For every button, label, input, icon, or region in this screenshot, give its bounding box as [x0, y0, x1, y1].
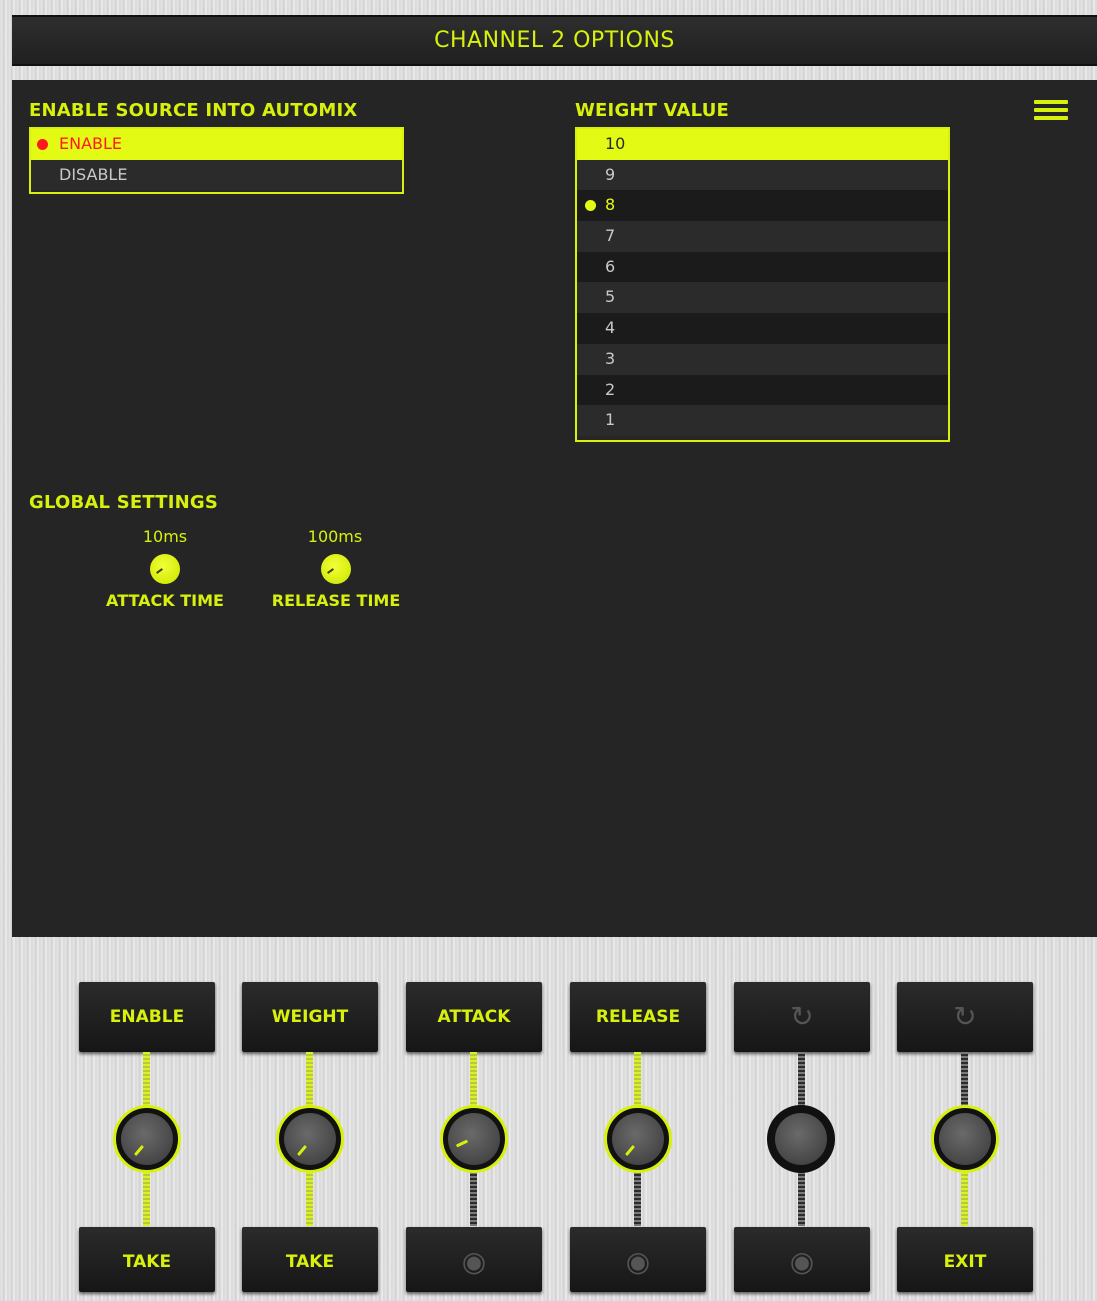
column-5-bottom-button[interactable]: ◉: [734, 1227, 870, 1292]
weight-option[interactable]: 3: [577, 343, 948, 375]
release-bottom-button[interactable]: ◉: [570, 1227, 706, 1292]
release-encoder-knob[interactable]: [604, 1105, 672, 1173]
release-time-label: RELEASE TIME: [271, 591, 401, 610]
exit-encoder-knob[interactable]: [931, 1105, 999, 1173]
led-strip: [961, 1052, 968, 1108]
led-strip: [470, 1052, 477, 1108]
automix-option-disable[interactable]: DISABLE: [31, 159, 402, 191]
automix-option-label: ENABLE: [59, 134, 123, 153]
weight-list: 10 9 8 7 6 5 4 3 2 1: [575, 127, 950, 442]
attack-encoder-knob[interactable]: [440, 1105, 508, 1173]
led-strip: [306, 1172, 313, 1226]
led-strip: [306, 1052, 313, 1108]
exit-button[interactable]: EXIT: [897, 1227, 1033, 1292]
led-strip: [634, 1172, 641, 1226]
weight-option[interactable]: 7: [577, 221, 948, 252]
enable-encoder-knob[interactable]: [113, 1105, 181, 1173]
hamburger-menu-icon[interactable]: [1034, 100, 1068, 122]
take-button[interactable]: TAKE: [242, 1227, 378, 1292]
weight-option[interactable]: 10: [577, 129, 948, 160]
attack-time-value: 10ms: [142, 527, 188, 546]
weight-encoder-knob[interactable]: [276, 1105, 344, 1173]
weight-option[interactable]: 2: [577, 374, 948, 406]
release-button[interactable]: RELEASE: [570, 982, 706, 1052]
current-value-dot-icon: [585, 200, 596, 212]
enable-button[interactable]: ENABLE: [79, 982, 215, 1052]
led-strip: [634, 1052, 641, 1108]
weight-option[interactable]: 6: [577, 251, 948, 283]
take-button[interactable]: TAKE: [79, 1227, 215, 1292]
led-strip: [143, 1052, 150, 1108]
weight-option[interactable]: 4: [577, 313, 948, 344]
automix-option-enable[interactable]: ENABLE: [31, 129, 402, 160]
refresh-icon: ↻: [790, 1000, 814, 1033]
column-6-top-button[interactable]: ↻: [897, 982, 1033, 1052]
weight-option[interactable]: 8: [577, 190, 948, 222]
weight-button[interactable]: WEIGHT: [242, 982, 378, 1052]
weight-option[interactable]: 5: [577, 282, 948, 314]
target-icon: ◉: [625, 1245, 651, 1278]
led-strip: [798, 1172, 805, 1226]
automix-heading: ENABLE SOURCE INTO AUTOMIX: [29, 100, 358, 121]
attack-bottom-button[interactable]: ◉: [406, 1227, 542, 1292]
led-strip: [143, 1172, 150, 1226]
target-icon: ◉: [789, 1245, 815, 1278]
column-5-encoder-knob[interactable]: [767, 1105, 835, 1173]
weight-heading: WEIGHT VALUE: [575, 100, 730, 121]
release-time-value: 100ms: [307, 527, 363, 546]
attack-button[interactable]: ATTACK: [406, 982, 542, 1052]
release-time-knob[interactable]: [321, 554, 351, 584]
automix-list: ENABLE DISABLE: [29, 127, 404, 194]
led-strip: [798, 1052, 805, 1108]
weight-option[interactable]: 1: [577, 405, 948, 436]
attack-time-label: ATTACK TIME: [106, 591, 224, 610]
window-title: CHANNEL 2 OPTIONS: [12, 15, 1097, 66]
refresh-icon: ↻: [953, 1000, 977, 1033]
target-icon: ◉: [461, 1245, 487, 1278]
automix-option-label: DISABLE: [59, 164, 128, 184]
led-strip: [470, 1172, 477, 1226]
options-panel: ENABLE SOURCE INTO AUTOMIX ENABLE DISABL…: [12, 80, 1097, 937]
column-5-top-button[interactable]: ↻: [734, 982, 870, 1052]
weight-option[interactable]: 9: [577, 159, 948, 191]
global-settings-heading: GLOBAL SETTINGS: [29, 492, 219, 513]
active-dot-icon: [37, 139, 48, 150]
attack-time-knob[interactable]: [150, 554, 180, 584]
led-strip: [961, 1172, 968, 1226]
